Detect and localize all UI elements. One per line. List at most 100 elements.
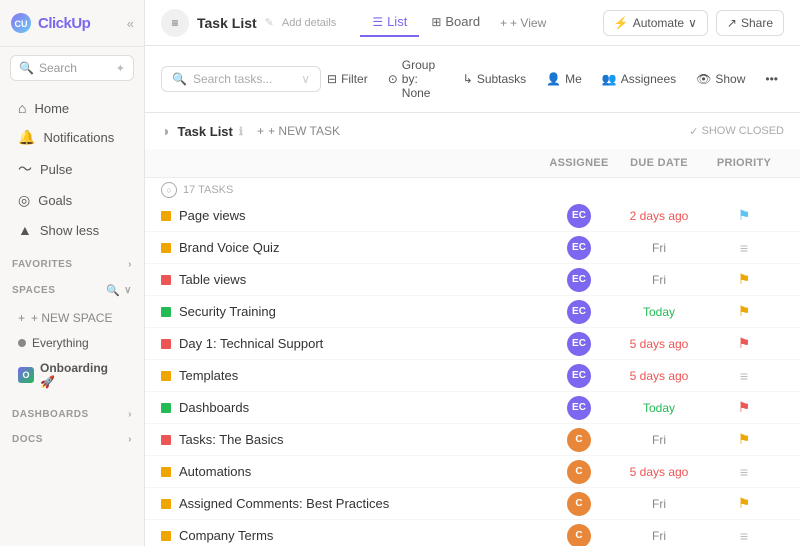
priority-cell: ⚑ xyxy=(704,303,784,320)
me-button[interactable]: 👤 Me xyxy=(540,68,588,90)
subtasks-icon: ↳ xyxy=(463,72,473,86)
docs-chevron-icon[interactable]: › xyxy=(128,434,132,445)
show-label: Show xyxy=(715,72,745,86)
sidebar-item-pulse[interactable]: 〜 Pulse xyxy=(6,153,138,185)
sidebar: CU ClickUp « 🔍 Search ✦ ⌂ Home 🔔 Notific… xyxy=(0,0,145,546)
edit-icon[interactable]: ✎ xyxy=(265,16,274,29)
table-row[interactable]: Day 1: Technical Support EC 5 days ago ⚑ xyxy=(145,328,800,360)
priority-cell: ⚑ xyxy=(704,271,784,288)
sidebar-item-notifications[interactable]: 🔔 Notifications xyxy=(6,123,138,152)
sidebar-item-home[interactable]: ⌂ Home xyxy=(6,94,138,122)
tab-board[interactable]: ⊞ Board xyxy=(419,8,492,37)
table-row[interactable]: Tasks: The Basics C Fri ⚑ xyxy=(145,424,800,456)
group-by-button[interactable]: ⊙ Group by: None xyxy=(382,54,449,104)
priority-cell: ⚑ xyxy=(704,399,784,416)
logo-text: ClickUp xyxy=(38,15,90,32)
task-name: Tasks: The Basics xyxy=(179,432,284,447)
info-icon[interactable]: ℹ xyxy=(239,125,243,138)
table-row[interactable]: Table views EC Fri ⚑ xyxy=(145,264,800,296)
page-header: ≡ Task List ✎ Add details ☰ List ⊞ Board… xyxy=(145,0,800,46)
subtasks-button[interactable]: ↳ Subtasks xyxy=(457,68,532,90)
col-header-task xyxy=(161,153,544,173)
table-row[interactable]: Automations C 5 days ago ≡ xyxy=(145,456,800,488)
show-closed-button[interactable]: ✓ SHOW CLOSED xyxy=(689,125,784,138)
priority-dot xyxy=(161,435,171,445)
task-table: ASSIGNEE DUE DATE PRIORITY ○ 17 TASKS Pa… xyxy=(145,149,800,546)
priority-cell: ≡ xyxy=(704,240,784,256)
sidebar-item-show-less[interactable]: ▲ Show less xyxy=(6,216,138,244)
assignee-cell: EC xyxy=(544,332,614,356)
task-name: Security Training xyxy=(179,304,276,319)
assignee-cell: EC xyxy=(544,300,614,324)
tab-list[interactable]: ☰ List xyxy=(360,8,419,37)
logo-area: CU ClickUp « xyxy=(0,0,144,47)
table-row[interactable]: Company Terms C Fri ≡ xyxy=(145,520,800,546)
automate-label: Automate xyxy=(633,16,684,30)
sidebar-item-goals[interactable]: ◎ Goals xyxy=(6,186,138,215)
task-name: Automations xyxy=(179,464,251,479)
favorites-chevron-icon[interactable]: › xyxy=(128,259,132,270)
sidebar-item-onboarding[interactable]: O Onboarding 🚀 xyxy=(6,356,138,394)
ellipsis-icon: ••• xyxy=(765,72,778,86)
task-list: Page views EC 2 days ago ⚑ Brand Voice Q… xyxy=(145,200,800,546)
table-row[interactable]: Templates EC 5 days ago ≡ xyxy=(145,360,800,392)
task-name: Dashboards xyxy=(179,400,249,415)
page-title: Task List xyxy=(197,15,257,31)
share-icon: ↗ xyxy=(727,16,737,30)
sidebar-search-box[interactable]: 🔍 Search ✦ xyxy=(10,55,134,81)
collapse-icon[interactable]: « xyxy=(127,16,134,31)
spaces-controls: 🔍 ∨ xyxy=(106,284,132,297)
add-details-link[interactable]: Add details xyxy=(282,17,336,29)
assignees-label: Assignees xyxy=(621,72,676,86)
dashboards-chevron-icon[interactable]: › xyxy=(128,409,132,420)
priority-dot xyxy=(161,467,171,477)
task-name-cell: Page views xyxy=(161,208,544,223)
priority-cell: ⚑ xyxy=(704,495,784,512)
filter-button[interactable]: ⊟ Filter xyxy=(321,68,374,90)
automate-button[interactable]: ⚡ Automate ∨ xyxy=(603,10,708,36)
add-view-button[interactable]: + + View xyxy=(492,12,554,34)
list-collapse-icon[interactable]: ◑ xyxy=(161,123,169,139)
me-label: Me xyxy=(565,72,582,86)
search-placeholder: Search xyxy=(39,61,77,75)
sidebar-item-label: Home xyxy=(34,101,69,116)
avatar: C xyxy=(567,524,591,546)
docs-section-header: DOCS › xyxy=(0,424,144,449)
more-options-button[interactable]: ••• xyxy=(759,68,784,90)
header-right: ⚡ Automate ∨ ↗ Share xyxy=(603,10,784,36)
assignee-cell: EC xyxy=(544,204,614,228)
new-task-button[interactable]: + + NEW TASK xyxy=(251,121,346,141)
spaces-search-icon[interactable]: 🔍 xyxy=(106,284,120,297)
priority-cell: ⚑ xyxy=(704,335,784,352)
me-icon: 👤 xyxy=(546,72,561,86)
group-by-label: Group by: None xyxy=(402,58,443,100)
assignee-cell: EC xyxy=(544,396,614,420)
sidebar-item-everything[interactable]: Everything xyxy=(6,331,138,355)
everything-dot xyxy=(18,339,26,347)
list-tab-icon: ☰ xyxy=(372,15,383,29)
new-task-label: + NEW TASK xyxy=(268,124,340,138)
table-row[interactable]: Security Training EC Today ⚑ xyxy=(145,296,800,328)
show-button[interactable]: 👁 Show xyxy=(690,68,751,90)
priority-flag-icon: ⚑ xyxy=(738,303,751,320)
header-left: ≡ Task List ✎ Add details ☰ List ⊞ Board… xyxy=(161,8,554,37)
task-name: Templates xyxy=(179,368,238,383)
priority-dot xyxy=(161,371,171,381)
priority-flag-icon: ≡ xyxy=(740,528,748,544)
list-header-row: ◑ Task List ℹ + + NEW TASK ✓ SHOW CLOSED xyxy=(145,113,800,149)
table-row[interactable]: Assigned Comments: Best Practices C Fri … xyxy=(145,488,800,520)
search-tasks-input[interactable]: 🔍 Search tasks... ∨ xyxy=(161,66,321,92)
task-name-cell: Assigned Comments: Best Practices xyxy=(161,496,544,511)
share-button[interactable]: ↗ Share xyxy=(716,10,784,36)
due-date-cell: 2 days ago xyxy=(614,209,704,223)
due-date-cell: 5 days ago xyxy=(614,465,704,479)
list-header-left: ◑ Task List ℹ + + NEW TASK xyxy=(161,121,346,141)
spaces-chevron-icon[interactable]: ∨ xyxy=(124,285,132,296)
new-space-button[interactable]: + + NEW SPACE xyxy=(6,306,138,330)
table-row[interactable]: Brand Voice Quiz EC Fri ≡ xyxy=(145,232,800,264)
assignees-button[interactable]: 👥 Assignees xyxy=(596,68,682,90)
assignee-cell: EC xyxy=(544,236,614,260)
bell-icon: 🔔 xyxy=(18,129,35,146)
table-row[interactable]: Dashboards EC Today ⚑ xyxy=(145,392,800,424)
table-row[interactable]: Page views EC 2 days ago ⚑ xyxy=(145,200,800,232)
